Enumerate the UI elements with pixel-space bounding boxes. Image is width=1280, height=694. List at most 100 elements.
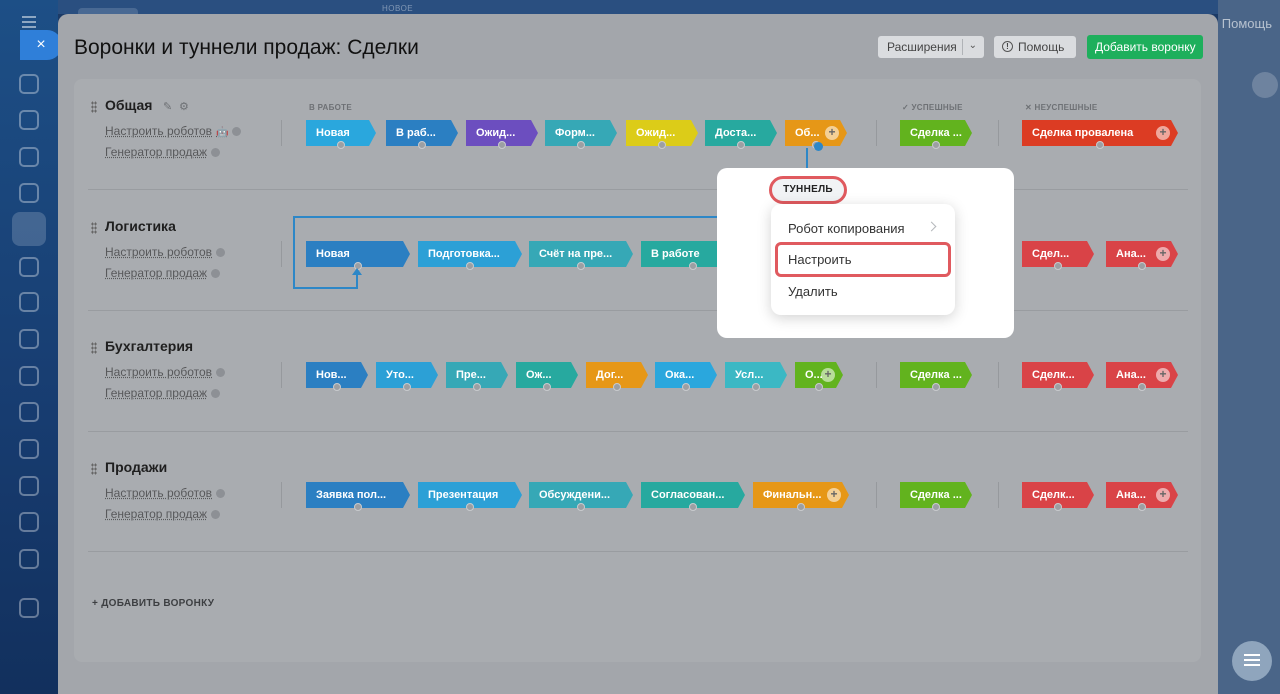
stage-dot[interactable] — [1054, 262, 1062, 270]
funnel-name: Общая — [105, 97, 153, 113]
stage-dot[interactable] — [682, 383, 690, 391]
menu-icon[interactable] — [22, 16, 36, 28]
sidebar-icon-7[interactable] — [19, 292, 39, 312]
stage-dot[interactable] — [689, 262, 697, 270]
sidebar-icon-12[interactable] — [19, 476, 39, 496]
add-stage-icon[interactable]: + — [827, 488, 841, 502]
stage-dot[interactable] — [737, 141, 745, 149]
stage-dot[interactable] — [1054, 383, 1062, 391]
stage-dot[interactable] — [815, 383, 823, 391]
help-icon[interactable] — [211, 269, 221, 279]
help-icon[interactable] — [232, 127, 242, 137]
sidebar-icon-11[interactable] — [19, 439, 39, 459]
robots-link[interactable]: Настроить роботов 🤖 — [105, 124, 242, 138]
generator-link[interactable]: Генератор продаж — [105, 507, 221, 521]
robots-link[interactable]: Настроить роботов — [105, 245, 226, 259]
stage-dot[interactable] — [337, 141, 345, 149]
sidebar-icon-14[interactable] — [19, 549, 39, 569]
divider — [281, 120, 282, 146]
sidebar-icon-settings[interactable] — [19, 598, 39, 618]
sidebar-icon-1[interactable] — [19, 74, 39, 94]
drag-handle-icon[interactable] — [91, 463, 97, 475]
tunnel-menu: Робот копирования Настроить Удалить — [771, 204, 955, 315]
stage-dot[interactable] — [1138, 503, 1146, 511]
stage-dot[interactable] — [752, 383, 760, 391]
drag-handle-icon[interactable] — [91, 342, 97, 354]
chat-fab-icon[interactable] — [1232, 641, 1272, 681]
gear-icon[interactable]: ⚙ — [179, 100, 189, 113]
add-stage-icon[interactable]: + — [821, 368, 835, 382]
stage-dot[interactable] — [466, 503, 474, 511]
stage-dot[interactable] — [577, 141, 585, 149]
stage-dot[interactable] — [577, 503, 585, 511]
menu-item-delete[interactable]: Удалить — [788, 284, 838, 299]
menu-item-configure[interactable]: Настроить — [788, 252, 852, 267]
help-icon[interactable] — [211, 148, 221, 158]
generator-link[interactable]: Генератор продаж — [105, 266, 221, 280]
tunnel-dot — [814, 142, 823, 151]
sidebar-icon-9[interactable] — [19, 366, 39, 386]
stage-dot[interactable] — [466, 262, 474, 270]
generator-link[interactable]: Генератор продаж — [105, 386, 221, 400]
stage-dot[interactable] — [333, 383, 341, 391]
sidebar-icon-4[interactable] — [19, 183, 39, 203]
stage-dot[interactable] — [418, 141, 426, 149]
sidebar-icon-10[interactable] — [19, 402, 39, 422]
tunnel-line — [293, 216, 295, 288]
help-icon[interactable] — [216, 489, 226, 499]
chevron-down-icon[interactable]: ⌄ — [969, 40, 977, 51]
robots-link[interactable]: Настроить роботов — [105, 365, 226, 379]
divider — [876, 362, 877, 388]
drag-handle-icon[interactable] — [91, 222, 97, 234]
stage-dot[interactable] — [473, 383, 481, 391]
generator-link-label: Генератор продаж — [105, 507, 208, 521]
stage-dot[interactable] — [658, 141, 666, 149]
add-stage-icon[interactable]: + — [1156, 368, 1170, 382]
stage-dot[interactable] — [1138, 262, 1146, 270]
stage-dot[interactable] — [498, 141, 506, 149]
add-stage-icon[interactable]: + — [1156, 488, 1170, 502]
sidebar-icon-6[interactable] — [19, 257, 39, 277]
generator-link[interactable]: Генератор продаж — [105, 145, 221, 159]
stage-label: Сдел... — [1032, 248, 1070, 260]
sidebar-icon-8[interactable] — [19, 329, 39, 349]
stage-dot[interactable] — [689, 503, 697, 511]
sidebar-icon-3[interactable] — [19, 147, 39, 167]
add-stage-icon[interactable]: + — [1156, 126, 1170, 140]
stage-dot[interactable] — [932, 141, 940, 149]
add-funnel-button[interactable]: Добавить воронку — [1087, 35, 1203, 59]
stage-dot[interactable] — [613, 383, 621, 391]
stage-label: Сделка ... — [910, 489, 962, 501]
help-icon[interactable] — [216, 368, 226, 378]
robots-link-label: Настроить роботов — [105, 245, 213, 259]
robots-link[interactable]: Настроить роботов — [105, 486, 226, 500]
stage-dot[interactable] — [932, 503, 940, 511]
help-icon[interactable] — [211, 389, 221, 399]
stage-dot[interactable] — [1054, 503, 1062, 511]
pencil-icon[interactable]: ✎ — [163, 100, 172, 113]
sidebar-icon-2[interactable] — [19, 110, 39, 130]
tunnel-chip[interactable]: ТУННЕЛЬ — [769, 176, 847, 204]
menu-item-copy-robot[interactable]: Робот копирования — [788, 221, 905, 236]
stage-dot[interactable] — [577, 262, 585, 270]
stage-dot[interactable] — [797, 503, 805, 511]
add-stage-icon[interactable]: + — [1156, 247, 1170, 261]
sidebar-icon-crm[interactable] — [12, 212, 46, 246]
bg-gear-icon[interactable] — [1252, 72, 1278, 98]
help-button[interactable]: ! Помощь — [994, 36, 1076, 58]
stage-dot[interactable] — [1138, 383, 1146, 391]
help-icon[interactable] — [211, 510, 221, 520]
stage-dot[interactable] — [354, 503, 362, 511]
stage-dot[interactable] — [1096, 141, 1104, 149]
help-icon[interactable] — [216, 248, 226, 258]
add-stage-icon[interactable]: + — [825, 126, 839, 140]
extensions-button[interactable]: Расширения ⌄ — [878, 36, 984, 58]
close-icon[interactable]: × — [20, 30, 62, 60]
drag-handle-icon[interactable] — [91, 101, 97, 113]
stage-dot[interactable] — [932, 383, 940, 391]
stage-dot[interactable] — [403, 383, 411, 391]
bg-help-label[interactable]: Помощь — [1222, 16, 1272, 31]
stage-dot[interactable] — [543, 383, 551, 391]
add-funnel-link[interactable]: + ДОБАВИТЬ ВОРОНКУ — [92, 598, 214, 609]
sidebar-icon-13[interactable] — [19, 512, 39, 532]
